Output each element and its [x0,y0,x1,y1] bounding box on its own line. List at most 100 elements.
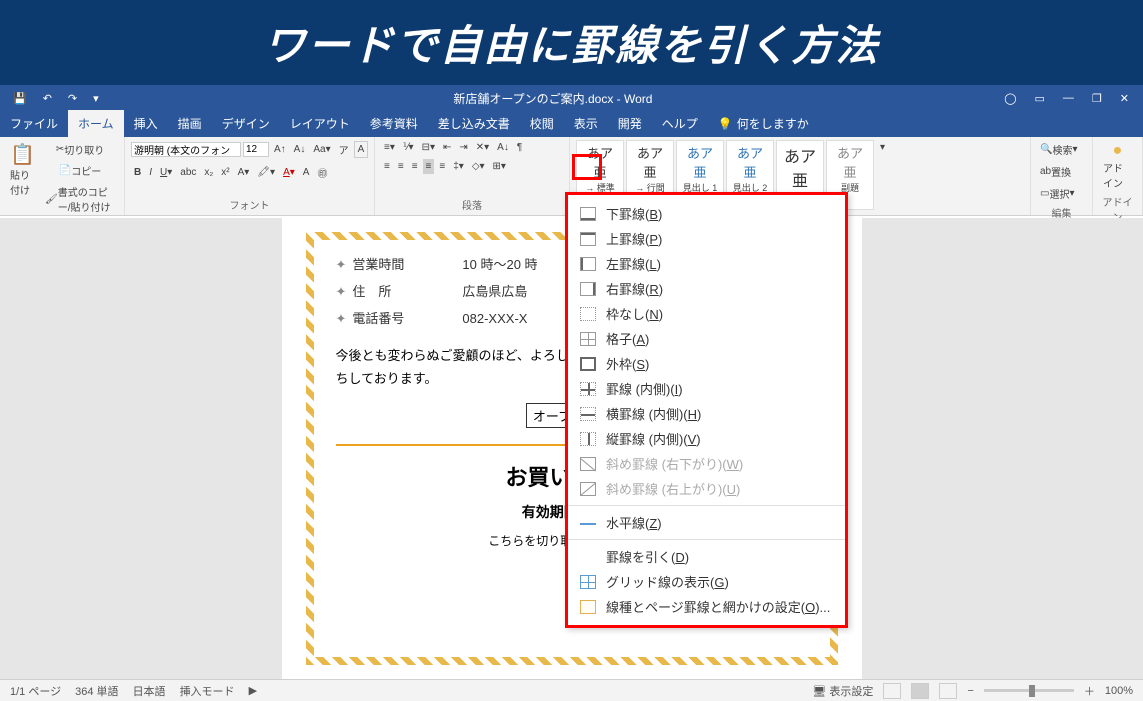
addins-button[interactable]: ● アドイン [1099,140,1136,192]
minimize-icon[interactable]: — [1063,92,1074,104]
display-settings-button[interactable]: 🖥 表示設定 [812,683,873,699]
print-layout-button[interactable] [911,683,929,699]
border-menu-item[interactable]: 上罫線(P) [568,226,845,251]
asian-layout-button[interactable]: ✕▾ [473,140,492,155]
undo-icon[interactable]: ↶ [40,90,55,107]
web-layout-button[interactable] [939,683,957,699]
tab-layout[interactable]: レイアウト [280,110,360,137]
border-menu-item[interactable]: 左罫線(L) [568,251,845,276]
border-menu-item[interactable]: 罫線 (内側)(I) [568,376,845,401]
save-icon[interactable]: 💾 [10,90,30,107]
find-button[interactable]: 🔍 検索▾ [1037,140,1080,159]
ic-top-icon [580,232,596,246]
char-shading-button[interactable]: A [300,165,313,180]
border-menu-item[interactable]: 枠なし(N) [568,301,845,326]
tab-design[interactable]: デザイン [212,110,280,137]
qat-customize-icon[interactable]: ▾ [90,90,102,107]
italic-button[interactable]: I [146,165,155,180]
status-page[interactable]: 1/1 ページ [10,683,61,699]
underline-button[interactable]: U▾ [157,165,175,180]
text-effects-button[interactable]: A▾ [235,165,253,180]
change-case-button[interactable]: Aa▾ [310,142,333,157]
tab-file[interactable]: ファイル [0,110,68,137]
border-menu-item[interactable]: 格子(A) [568,326,845,351]
border-menu-label: 外枠(S) [606,354,649,373]
show-marks-button[interactable]: ¶ [514,140,525,155]
border-menu-item[interactable]: 線種とページ罫線と網かけの設定(O)... [568,594,845,619]
strikethrough-button[interactable]: abc [177,165,199,180]
superscript-button[interactable]: x² [218,165,232,180]
tab-insert[interactable]: 挿入 [124,110,168,137]
group-font-label: フォント [131,195,368,212]
font-size-select[interactable] [243,142,269,157]
group-paragraph: ≡▾ ⅟▾ ⊟▾ ⇤ ⇥ ✕▾ A↓ ¶ ≡ ≡ ≡ ≡ ≡ ‡▾ ◇▾ ⊞▾ … [375,137,570,215]
format-painter-button[interactable]: 🖌 書式のコピー/貼り付け [42,182,118,216]
ic-left-icon [580,257,596,271]
tab-mailings[interactable]: 差し込み文書 [428,110,520,137]
paste-button[interactable]: 📋 貼り付け [6,140,39,199]
font-color-button[interactable]: A▾ [280,165,298,180]
copy-button[interactable]: 📄 コピー [42,161,118,180]
styles-more-icon[interactable]: ▾ [877,140,888,155]
enclose-chars-button[interactable]: ㊞ [314,163,330,182]
grow-font-button[interactable]: A↑ [271,142,289,157]
cut-button[interactable]: ✂ 切り取り [42,140,118,159]
border-menu-item[interactable]: 縦罫線 (内側)(V) [568,426,845,451]
tab-draw[interactable]: 描画 [168,110,212,137]
border-menu-item[interactable]: 下罫線(B) [568,201,845,226]
zoom-level[interactable]: 100% [1105,685,1133,697]
ic-diag1-icon [580,457,596,471]
status-language[interactable]: 日本語 [133,683,166,699]
border-menu-item[interactable]: 右罫線(R) [568,276,845,301]
tab-review[interactable]: 校閲 [520,110,564,137]
phonetic-guide-button[interactable]: ア [336,140,352,159]
border-menu-label: 左罫線(L) [606,254,661,273]
multilevel-list-button[interactable]: ⊟▾ [419,140,438,155]
bold-button[interactable]: B [131,165,144,180]
display-options-icon[interactable]: ▭ [1035,92,1045,105]
increase-indent-button[interactable]: ⇥ [456,140,470,155]
status-macro-icon[interactable]: ▶ [249,684,257,697]
zoom-out-button[interactable]: − [967,685,973,697]
border-menu-item[interactable]: グリッド線の表示(G) [568,569,845,594]
numbering-button[interactable]: ⅟▾ [400,140,417,155]
distribute-button[interactable]: ≡ [436,159,448,174]
subscript-button[interactable]: x₂ [201,165,216,180]
tab-developer[interactable]: 開発 [608,110,652,137]
read-mode-button[interactable] [883,683,901,699]
align-center-button[interactable]: ≡ [395,159,407,174]
decrease-indent-button[interactable]: ⇤ [440,140,454,155]
tab-references[interactable]: 参考資料 [360,110,428,137]
align-left-button[interactable]: ≡ [381,159,393,174]
justify-button[interactable]: ≡ [423,159,435,174]
shrink-font-button[interactable]: A↓ [291,142,309,157]
ic-draw-icon [580,550,596,564]
redo-icon[interactable]: ↷ [65,90,80,107]
close-icon[interactable]: ✕ [1120,92,1129,105]
highlight-button[interactable]: 🖍▾ [254,165,278,180]
tab-help[interactable]: ヘルプ [652,110,708,137]
status-insert-mode[interactable]: 挿入モード [180,683,235,699]
zoom-in-button[interactable]: ＋ [1084,683,1095,699]
shading-button[interactable]: ◇▾ [469,159,488,174]
align-right-button[interactable]: ≡ [409,159,421,174]
zoom-slider[interactable] [984,689,1074,692]
bullets-button[interactable]: ≡▾ [381,140,398,155]
border-menu-item[interactable]: 罫線を引く(D) [568,544,845,569]
borders-button[interactable]: ⊞▾ [490,159,509,174]
sort-button[interactable]: A↓ [494,140,512,155]
border-menu-item[interactable]: 横罫線 (内側)(H) [568,401,845,426]
border-menu-item[interactable]: 水平線(Z) [568,510,845,535]
border-menu-item[interactable]: 外枠(S) [568,351,845,376]
tab-view[interactable]: 表示 [564,110,608,137]
font-name-select[interactable] [131,142,241,157]
account-icon[interactable]: ◯ [1004,92,1016,105]
tab-home[interactable]: ホーム [68,110,124,137]
tell-me-search[interactable]: 💡 何をしますか [708,110,819,137]
line-spacing-button[interactable]: ‡▾ [450,159,467,174]
maximize-icon[interactable]: ❐ [1092,92,1102,105]
select-button[interactable]: ▭ 選択▾ [1037,184,1077,203]
status-word-count[interactable]: 364 単語 [75,683,118,699]
replace-button[interactable]: ab 置換 [1037,162,1074,181]
clear-formatting-button[interactable]: A [354,141,369,158]
